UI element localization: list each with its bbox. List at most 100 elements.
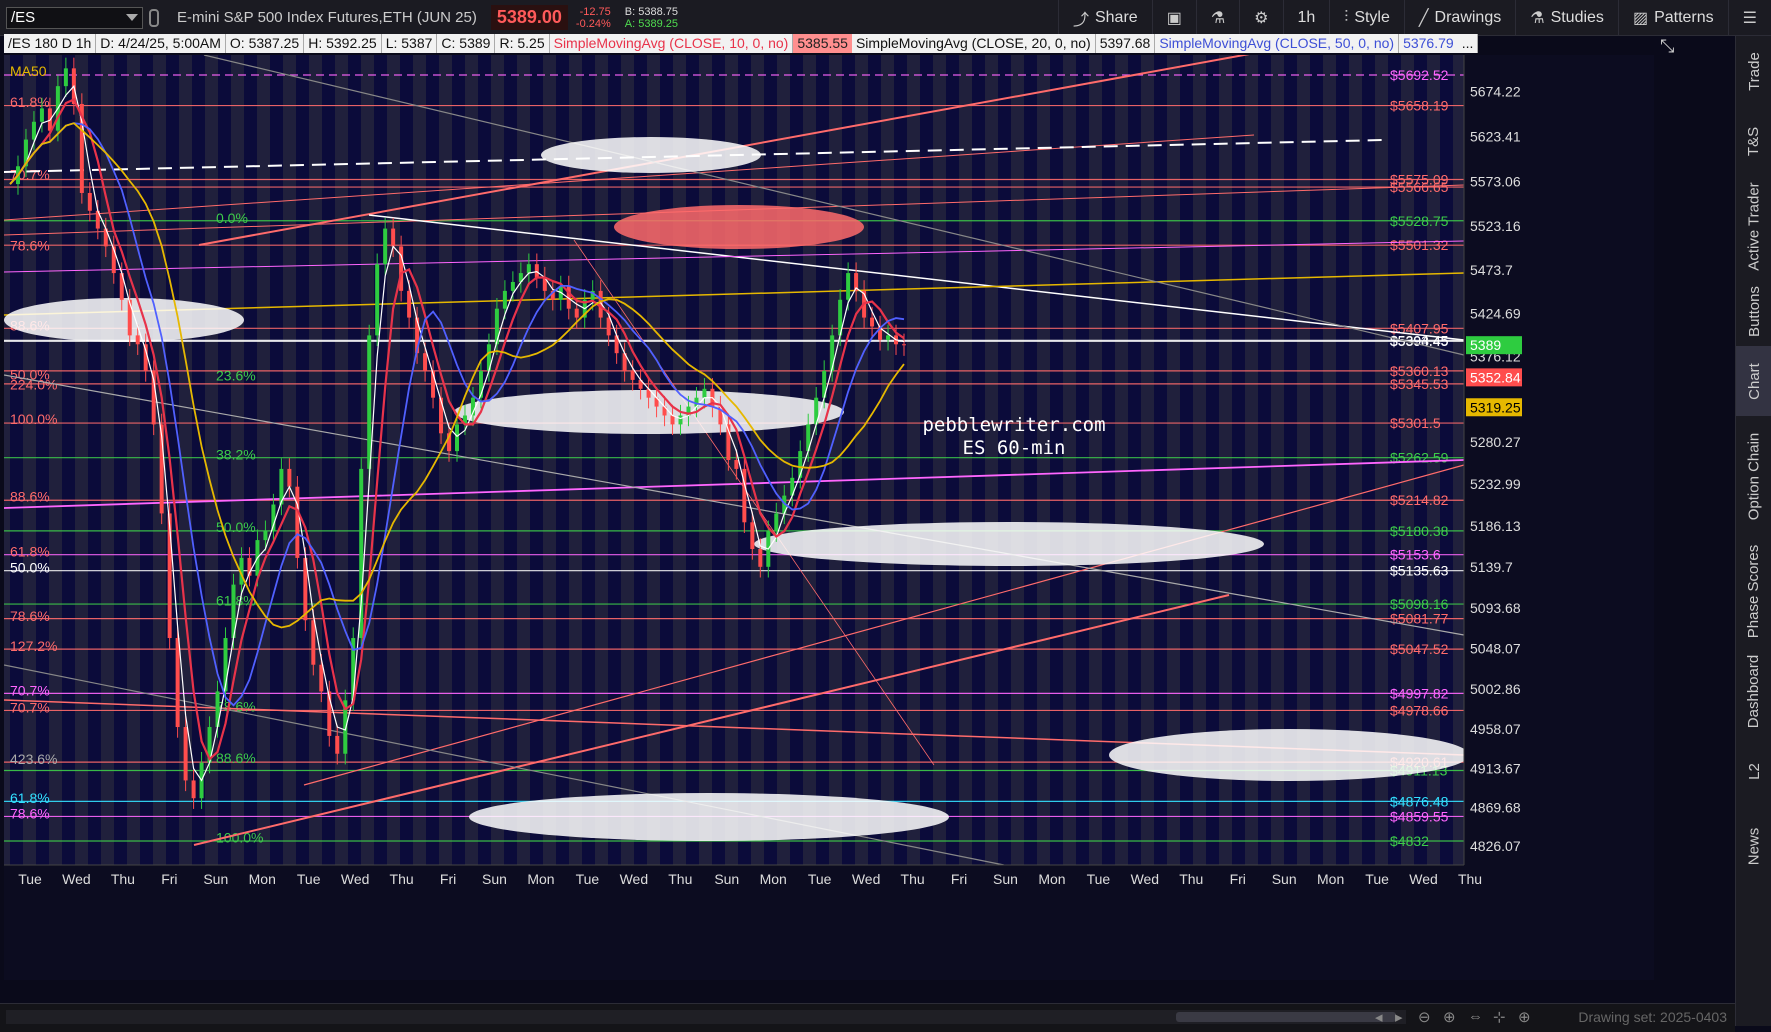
snapshot-button[interactable]: ▣: [1151, 0, 1196, 35]
menu-button[interactable]: ☰: [1727, 0, 1771, 35]
session-stripe: [920, 55, 933, 865]
right-nav-option-chain[interactable]: Option Chain: [1736, 416, 1771, 536]
session-stripe: [374, 55, 387, 865]
horizontal-scrollbar[interactable]: [6, 1010, 1406, 1024]
more-studies[interactable]: ...: [1457, 34, 1479, 53]
session-stripe: [166, 55, 179, 865]
x-tick-label: Thu: [668, 871, 692, 887]
x-tick-label: Tue: [297, 871, 321, 887]
link-icon[interactable]: [149, 8, 159, 27]
change-value: -12.75: [579, 5, 611, 18]
y-tick-label: 5280.27: [1470, 434, 1521, 450]
right-nav-dashboard[interactable]: Dashboard: [1736, 646, 1771, 736]
add-icon[interactable]: ⊕: [1518, 1008, 1531, 1026]
highlight-ellipse: [754, 522, 1264, 566]
right-nav-buttons[interactable]: Buttons: [1736, 276, 1771, 346]
right-nav-active-trader[interactable]: Active Trader: [1736, 176, 1771, 276]
candle-body: [574, 308, 579, 318]
sma20-label[interactable]: SimpleMovingAvg (CLOSE, 20, 0, no): [851, 34, 1096, 53]
level-label: $5214.82: [1390, 492, 1449, 508]
x-tick-label: Thu: [901, 871, 925, 887]
sma10-label[interactable]: SimpleMovingAvg (CLOSE, 10, 0, no): [549, 34, 794, 53]
share-button[interactable]: ⤴ Share: [1057, 0, 1152, 35]
session-stripe: [972, 55, 985, 865]
candle-body: [606, 317, 611, 336]
x-tick-label: Fri: [951, 871, 967, 887]
session-stripe: [322, 55, 335, 865]
drawing-set-label: Drawing set: 2025-0403: [1578, 1009, 1727, 1025]
session-stripe: [1050, 55, 1063, 865]
session-stripe: [660, 55, 673, 865]
fib-label: 224.0%: [10, 376, 57, 392]
candle-body: [502, 290, 507, 309]
session-stripe: [842, 55, 855, 865]
right-nav-trade[interactable]: Trade: [1736, 36, 1771, 106]
price-marker-label: 5389: [1470, 337, 1501, 353]
x-tick-label: Fri: [161, 871, 177, 887]
scroll-thumb[interactable]: [1176, 1012, 1396, 1022]
level-label: $5047.52: [1390, 641, 1449, 657]
drawings-label: Drawings: [1434, 8, 1502, 26]
watermark-line2: ES 60-min: [963, 437, 1066, 459]
x-tick-label: Wed: [1131, 871, 1160, 887]
right-nav-chart[interactable]: Chart: [1736, 346, 1771, 416]
x-tick-label: Tue: [808, 871, 832, 887]
x-tick-label: Sun: [993, 871, 1018, 887]
pan-icon[interactable]: ⇔: [1468, 1008, 1483, 1025]
timeframe-button[interactable]: 1h: [1282, 0, 1330, 35]
sma50-label[interactable]: SimpleMovingAvg (CLOSE, 50, 0, no): [1155, 34, 1400, 53]
x-tick-label: Tue: [18, 871, 42, 887]
gear-icon: ⚙: [1254, 9, 1269, 27]
level-label: $5528.75: [1390, 213, 1449, 229]
candle-body: [87, 192, 92, 211]
scroll-right-icon[interactable]: ▸: [1395, 1008, 1403, 1026]
level-label: $5081.77: [1390, 611, 1449, 627]
symbol-description: E-mini S&P 500 Index Futures,ETH (JUN 25…: [177, 9, 477, 26]
zoom-in-icon[interactable]: ⊕: [1443, 1008, 1456, 1026]
zoom-out-icon[interactable]: ⊖: [1418, 1008, 1431, 1026]
menu-icon: ☰: [1742, 9, 1757, 27]
scroll-left-icon[interactable]: ◂: [1375, 1008, 1383, 1026]
chevron-down-icon: [126, 14, 138, 21]
fib-label: 88.6%: [10, 488, 50, 504]
session-stripe: [88, 55, 101, 865]
right-nav-phase-scores[interactable]: Phase Scores: [1736, 536, 1771, 646]
candle-body: [534, 264, 539, 278]
drawings-button[interactable]: ╱ Drawings: [1403, 0, 1515, 35]
x-tick-label: Wed: [852, 871, 881, 887]
session-stripe: [348, 55, 361, 865]
collapse-icon[interactable]: ⤡: [1660, 36, 1674, 57]
x-tick-label: Thu: [1458, 871, 1482, 887]
candle-body: [31, 121, 36, 140]
price-chart[interactable]: $5692.52$5658.19$5575.09$5566.65$5528.75…: [3, 14, 1654, 980]
patterns-button[interactable]: ▨ Patterns: [1617, 0, 1728, 35]
candle-body: [39, 108, 44, 122]
ask-value: A: 5389.25: [624, 17, 678, 30]
style-button[interactable]: ⫶ Style: [1329, 0, 1404, 35]
candle-body: [367, 335, 372, 469]
highlight-ellipse: [1109, 729, 1469, 781]
symbol-selector[interactable]: /ES: [6, 6, 143, 29]
x-tick-label: Thu: [390, 871, 414, 887]
studies-button[interactable]: ⚗ Studies: [1515, 0, 1618, 35]
right-nav-l2[interactable]: L2: [1736, 736, 1771, 806]
fib-label: 61.8%: [10, 94, 50, 110]
y-tick-label: 5048.07: [1470, 641, 1521, 657]
y-tick-label: 5623.41: [1470, 129, 1521, 145]
crosshair-icon[interactable]: ⊹: [1493, 1008, 1506, 1026]
candle-body: [183, 727, 188, 781]
right-nav-news[interactable]: News: [1736, 806, 1771, 886]
highlight-ellipse: [541, 137, 761, 173]
share-label: Share: [1094, 8, 1138, 26]
studies-flask-icon: ⚗: [1530, 9, 1545, 27]
flask-button[interactable]: ⚗: [1195, 0, 1239, 35]
patterns-label: Patterns: [1654, 8, 1714, 26]
right-nav-t-s[interactable]: T&S: [1736, 106, 1771, 176]
level-label: $4859.55: [1390, 808, 1449, 824]
candle-body: [63, 68, 68, 87]
chart-area[interactable]: $5692.52 $5658.19 $5575.09 $5566.65 $5528.75…: [3, 14, 1654, 980]
settings-button[interactable]: ⚙: [1239, 0, 1282, 35]
x-tick-label: Sun: [1272, 871, 1297, 887]
right-nav-label: Option Chain: [1745, 432, 1763, 520]
watermark-line1: pebblewriter.com: [922, 414, 1105, 436]
